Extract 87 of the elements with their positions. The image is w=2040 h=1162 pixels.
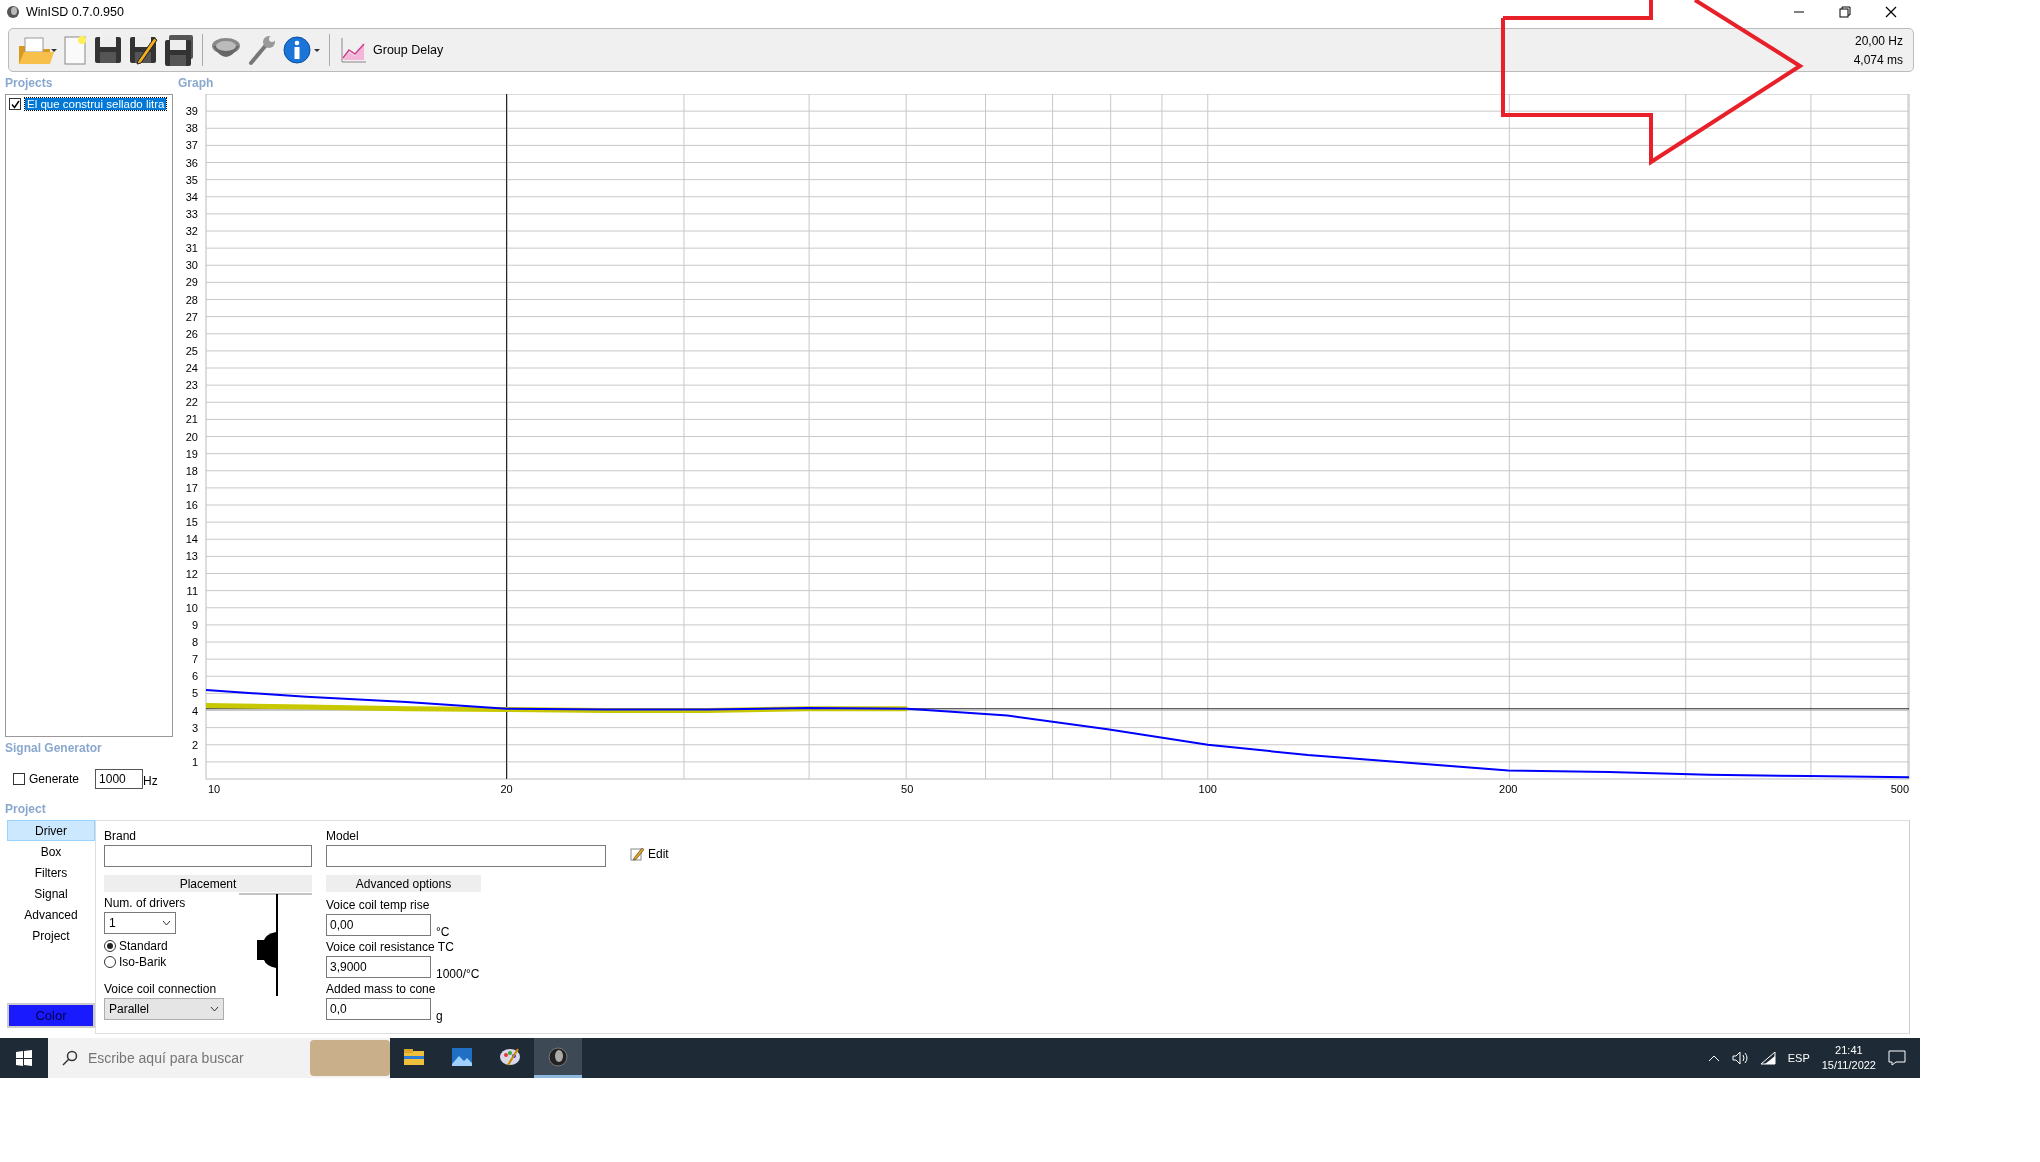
clock-time[interactable]: 21:41 (1835, 1043, 1863, 1058)
y-tick-label: 39 (185, 105, 198, 118)
y-tick-label: 20 (185, 430, 198, 443)
y-tick-label: 11 (186, 584, 198, 597)
y-tick-label: 3 (191, 721, 198, 734)
x-tick-label: 500 (1890, 783, 1909, 795)
unit-label: °C (436, 925, 450, 939)
y-tick-label: 23 (185, 379, 198, 392)
x-tick-label: 50 (901, 783, 914, 795)
y-tick-label: 34 (185, 190, 198, 203)
y-tick-label: 12 (185, 567, 198, 580)
edit-button[interactable]: Edit (620, 843, 679, 865)
y-tick-label: 17 (185, 481, 198, 494)
field-label: Model (326, 829, 360, 845)
project-item[interactable]: El que construi sellado litra (25, 98, 167, 110)
cursor-readout: 4,074 ms (1853, 52, 1903, 67)
y-tick-label: 38 (185, 122, 198, 135)
section-heading: Project (4, 801, 47, 818)
y-tick-label: 6 (191, 670, 198, 683)
y-tick-label: 16 (185, 499, 198, 511)
value-field[interactable]: 0,0 (326, 998, 431, 1020)
connection-dropdown[interactable]: Parallel (104, 998, 224, 1020)
project-tab[interactable]: Project (7, 925, 95, 946)
window-title: WinISD 0.7.0.950 (26, 5, 124, 19)
x-tick-label: 20 (500, 783, 513, 795)
y-tick-label: 18 (185, 464, 198, 477)
radio-label: Standard (119, 939, 168, 953)
y-tick-label: 2 (191, 738, 198, 751)
radio-label: Iso-Barik (119, 955, 167, 969)
unit-label: g (436, 1009, 443, 1023)
project-tab[interactable]: Signal (7, 883, 95, 904)
y-tick-label: 24 (185, 362, 198, 374)
section-heading: Graph (178, 75, 215, 92)
drivers-dropdown[interactable]: 1 (104, 912, 176, 934)
y-tick-label: 22 (185, 396, 198, 409)
y-tick-label: 7 (191, 653, 198, 666)
y-tick-label: 9 (191, 618, 198, 631)
field-label: Voice coil temp rise (326, 898, 431, 914)
y-tick-label: 1 (191, 755, 198, 768)
project-tab[interactable]: Advanced (7, 904, 95, 925)
unit-label: Hz (143, 774, 158, 788)
y-tick-label: 32 (185, 225, 198, 237)
y-tick-label: 10 (185, 601, 198, 614)
field-label: Voice coil connection (104, 982, 218, 998)
y-tick-label: 25 (185, 344, 198, 357)
value-field[interactable]: 3,9000 (326, 956, 431, 978)
field-label: Added mass to cone (326, 982, 437, 998)
project-tab[interactable]: Box (7, 841, 95, 862)
x-tick-label: 100 (1198, 783, 1217, 795)
frequency-field[interactable]: 1000 (95, 769, 144, 789)
unit-label: 1000/°C (436, 967, 480, 981)
field-label: Num. of drivers (104, 896, 187, 912)
x-tick-label: 10 (207, 783, 221, 795)
y-tick-label: 37 (185, 139, 198, 152)
section-heading: Signal Generator (4, 740, 103, 757)
y-tick-label: 8 (191, 636, 198, 648)
x-tick-label: 200 (1499, 783, 1518, 795)
project-tab[interactable]: Driver (7, 820, 95, 841)
value-field[interactable]: 0,00 (326, 914, 431, 936)
y-tick-label: 33 (185, 207, 198, 220)
section-heading: Projects (4, 75, 54, 92)
search-box[interactable]: Escribe aquí para buscar (48, 1038, 390, 1078)
clock-date[interactable]: 15/11/2022 (1821, 1058, 1876, 1073)
y-tick-label: 15 (185, 516, 198, 529)
y-tick-label: 13 (185, 550, 198, 563)
project-tab[interactable]: Filters (7, 862, 95, 883)
y-tick-label: 35 (185, 173, 198, 186)
language-indicator[interactable]: ESP (1787, 1052, 1810, 1064)
y-tick-label: 28 (185, 293, 198, 306)
y-tick-label: 30 (185, 259, 198, 272)
group-heading: Placement (104, 875, 312, 892)
cursor-readout: 20,00 Hz (1854, 33, 1903, 48)
checkbox-label: Generate (29, 772, 80, 786)
group-heading: Advanced options (326, 875, 481, 892)
field-label: Brand (104, 829, 138, 845)
y-tick-label: 27 (185, 310, 198, 323)
y-tick-label: 26 (185, 327, 198, 340)
y-tick-label: 14 (185, 533, 198, 546)
y-tick-label: 5 (191, 687, 198, 700)
field-label: Voice coil resistance TC (326, 940, 455, 956)
y-tick-label: 31 (185, 242, 198, 255)
y-tick-label: 4 (191, 704, 198, 717)
y-tick-label: 19 (185, 447, 198, 460)
graph-type-button[interactable]: Group Delay (337, 34, 446, 66)
y-tick-label: 36 (185, 156, 198, 169)
y-tick-label: 29 (185, 276, 198, 289)
y-tick-label: 21 (185, 413, 198, 426)
